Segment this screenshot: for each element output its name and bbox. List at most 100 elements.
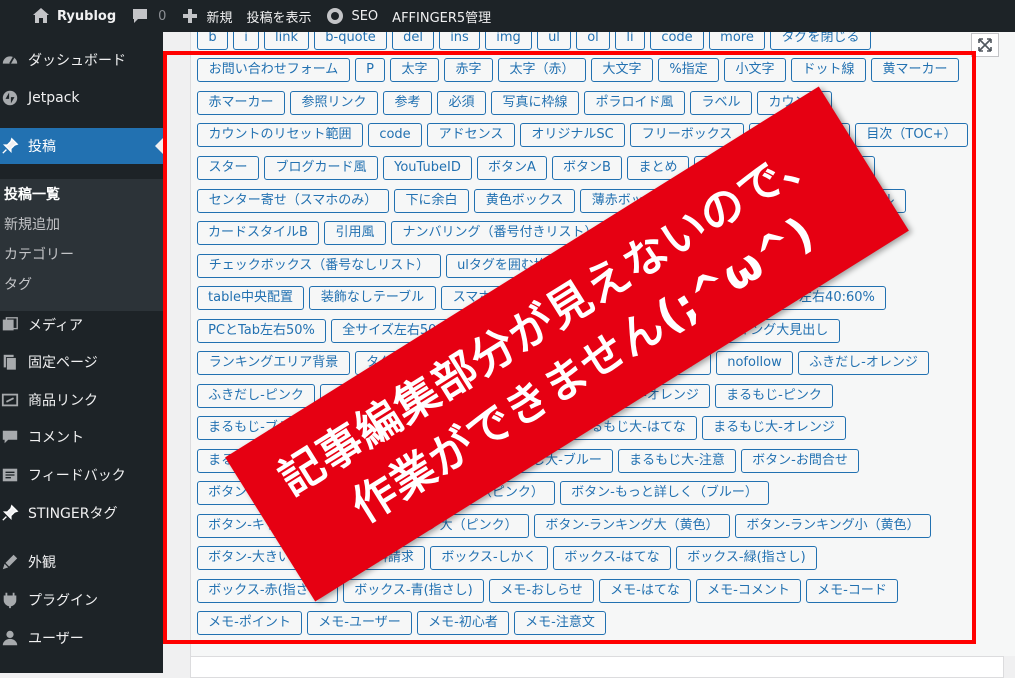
quicktag-button[interactable]: 赤マーカー — [197, 91, 285, 115]
editor-textarea[interactable] — [190, 656, 1004, 678]
sidebar-item-0[interactable]: ダッシュボード — [0, 42, 163, 78]
sidebar-item-label: Jetpack — [28, 90, 80, 106]
quicktag-button[interactable]: メモ-はてな — [599, 579, 691, 603]
quicktag-button[interactable]: カウントのリセット範囲 — [197, 123, 363, 147]
quicktag-button[interactable]: 小文字 — [724, 58, 786, 82]
new-content-menu[interactable]: 新規 — [173, 0, 239, 32]
quicktag-button[interactable]: 赤字 — [444, 58, 493, 82]
quicktag-button[interactable]: ラベル — [690, 91, 752, 115]
sidebar-item-6[interactable]: コメント — [0, 419, 163, 455]
quicktag-button[interactable]: ボタンB — [552, 156, 622, 180]
sidebar-item-label: フィードバック — [28, 468, 126, 484]
quicktag-button[interactable]: まるもじ-ピンク — [715, 384, 833, 408]
quicktag-button[interactable]: 参照リンク — [290, 91, 378, 115]
dashboard-icon — [0, 50, 20, 70]
quicktag-button[interactable]: 写真に枠線 — [491, 91, 579, 115]
quicktag-button[interactable]: ボックス-しかく — [430, 546, 548, 570]
site-name-menu[interactable]: Ryublog — [24, 0, 123, 32]
sidebar-item-9[interactable]: 外観 — [0, 544, 163, 580]
quicktag-button[interactable]: 必須 — [437, 91, 486, 115]
submenu-item-2[interactable]: カテゴリー — [4, 244, 74, 264]
quicktag-button[interactable]: チェックボックス（番号なしリスト） — [197, 254, 441, 278]
quicktag-button[interactable]: お問い合わせフォーム — [197, 58, 350, 82]
quicktag-button[interactable]: 参考 — [383, 91, 432, 115]
quicktag-button[interactable]: メモ-コード — [806, 579, 898, 603]
quicktag-button[interactable]: ふきだし-オレンジ — [798, 351, 929, 375]
sidebar-item-label: プラグイン — [28, 593, 98, 609]
comment-count: 0 — [158, 8, 167, 24]
quicktag-button[interactable]: センター寄せ（スマホのみ） — [197, 189, 389, 213]
quicktag-button[interactable]: まるもじ大-オレンジ — [702, 416, 846, 440]
quicktag-button[interactable]: ブログカード風 — [264, 156, 378, 180]
sidebar-item-8[interactable]: STINGERタグ — [0, 495, 163, 531]
quicktag-button[interactable]: 大文字 — [591, 58, 653, 82]
submenu-item-1[interactable]: 新規追加 — [4, 214, 60, 234]
quicktag-button[interactable]: ボックス-青(指さし) — [343, 579, 484, 603]
quicktag-button[interactable]: メモ-ポイント — [197, 611, 302, 635]
quicktag-button[interactable]: YouTubeID — [383, 156, 472, 180]
quicktag-button[interactable]: メモ-おしらせ — [489, 579, 594, 603]
quicktag-button[interactable]: ランキングエリア背景 — [197, 351, 350, 375]
quicktag-button[interactable]: メモ-初心者 — [417, 611, 509, 635]
quicktag-button[interactable]: 黄マーカー — [871, 58, 959, 82]
quicktag-button[interactable]: ドット線 — [791, 58, 866, 82]
quicktag-button[interactable]: table中央配置 — [197, 286, 304, 310]
submenu-item-3[interactable]: タグ — [4, 274, 32, 294]
sidebar-item-10[interactable]: プラグイン — [0, 582, 163, 618]
sidebar-item-2[interactable]: 投稿 — [0, 128, 163, 164]
quicktag-button[interactable]: 目次（TOC+） — [855, 123, 968, 147]
sidebar-item-7[interactable]: フィードバック — [0, 457, 163, 493]
quicktag-button[interactable]: nofollow — [716, 351, 793, 375]
quicktag-button[interactable]: 引用風 — [324, 221, 386, 245]
quicktag-button[interactable]: ボタン-お問合せ — [741, 449, 859, 473]
feedback-icon — [0, 465, 20, 485]
quicktag-button[interactable]: メモ-コメント — [696, 579, 801, 603]
sidebar-item-3[interactable]: メディア — [0, 307, 163, 343]
quicktag-button[interactable]: code — [368, 123, 422, 147]
page-icon — [0, 352, 20, 372]
admin-bar: Ryublog 0 新規 投稿を表示 SEO AFFINGER5管理 — [0, 0, 1015, 32]
sidebar-item-label: 商品リンク — [28, 393, 98, 409]
quicktag-button[interactable]: ボタン-ランキング小（黄色） — [735, 514, 931, 538]
quicktag-button[interactable]: ボタン-もっと詳しく（ブルー） — [560, 481, 769, 505]
quicktag-button[interactable]: 太字（赤） — [498, 58, 586, 82]
affinger-menu[interactable]: AFFINGER5管理 — [385, 0, 498, 32]
sidebar-item-label: コメント — [28, 430, 84, 446]
quicktag-button[interactable]: まるもじ大-注意 — [618, 449, 736, 473]
quicktag-button[interactable]: 装飾なしテーブル — [309, 286, 436, 310]
submenu-item-0[interactable]: 投稿一覧 — [4, 184, 60, 204]
quicktag-button[interactable]: カードスタイルB — [197, 221, 319, 245]
sidebar-item-4[interactable]: 固定ページ — [0, 344, 163, 380]
sidebar-item-1[interactable]: Jetpack — [0, 80, 163, 116]
quicktag-button[interactable]: ボタン-ランキング大（黄色） — [534, 514, 730, 538]
view-post-link[interactable]: 投稿を表示 — [239, 0, 318, 32]
quicktag-button[interactable]: スター — [197, 156, 259, 180]
sidebar-item-5[interactable]: 商品リンク — [0, 382, 163, 418]
wp-logo[interactable] — [0, 0, 24, 32]
quicktag-button[interactable]: オリジナルSC — [520, 123, 625, 147]
seo-menu[interactable]: SEO — [318, 0, 385, 32]
quicktag-button[interactable]: ポラロイド風 — [584, 91, 685, 115]
quicktag-button[interactable]: ボックス-はてな — [553, 546, 671, 570]
expand-icon — [978, 38, 992, 52]
quicktag-button[interactable]: 黄色ボックス — [474, 189, 575, 213]
posts-submenu: 投稿一覧新規追加カテゴリータグ — [0, 179, 163, 311]
sidebar-item-label: 投稿 — [28, 139, 56, 155]
fullscreen-button[interactable] — [971, 33, 999, 57]
sidebar-item-label: メディア — [28, 318, 84, 334]
quicktag-button[interactable]: PCとTab左右50% — [197, 319, 326, 343]
quicktag-button[interactable]: メモ-注意文 — [514, 611, 606, 635]
quicktag-button[interactable]: メモ-ユーザー — [307, 611, 412, 635]
quicktag-button[interactable]: P — [355, 58, 385, 82]
quicktag-button[interactable]: 太字 — [390, 58, 439, 82]
sidebar-item-11[interactable]: ユーザー — [0, 620, 163, 656]
quicktag-button[interactable]: ふきだし-ピンク — [197, 384, 315, 408]
quicktag-button[interactable]: アドセンス — [427, 123, 515, 147]
quicktag-button[interactable]: ボックス-緑(指さし) — [676, 546, 817, 570]
comment-icon — [0, 427, 20, 447]
quicktag-button[interactable]: %指定 — [658, 58, 719, 82]
comments-menu[interactable]: 0 — [123, 0, 173, 32]
pin-icon — [0, 503, 20, 523]
quicktag-button[interactable]: ボタンA — [477, 156, 547, 180]
quicktag-button[interactable]: 下に余白 — [394, 189, 469, 213]
